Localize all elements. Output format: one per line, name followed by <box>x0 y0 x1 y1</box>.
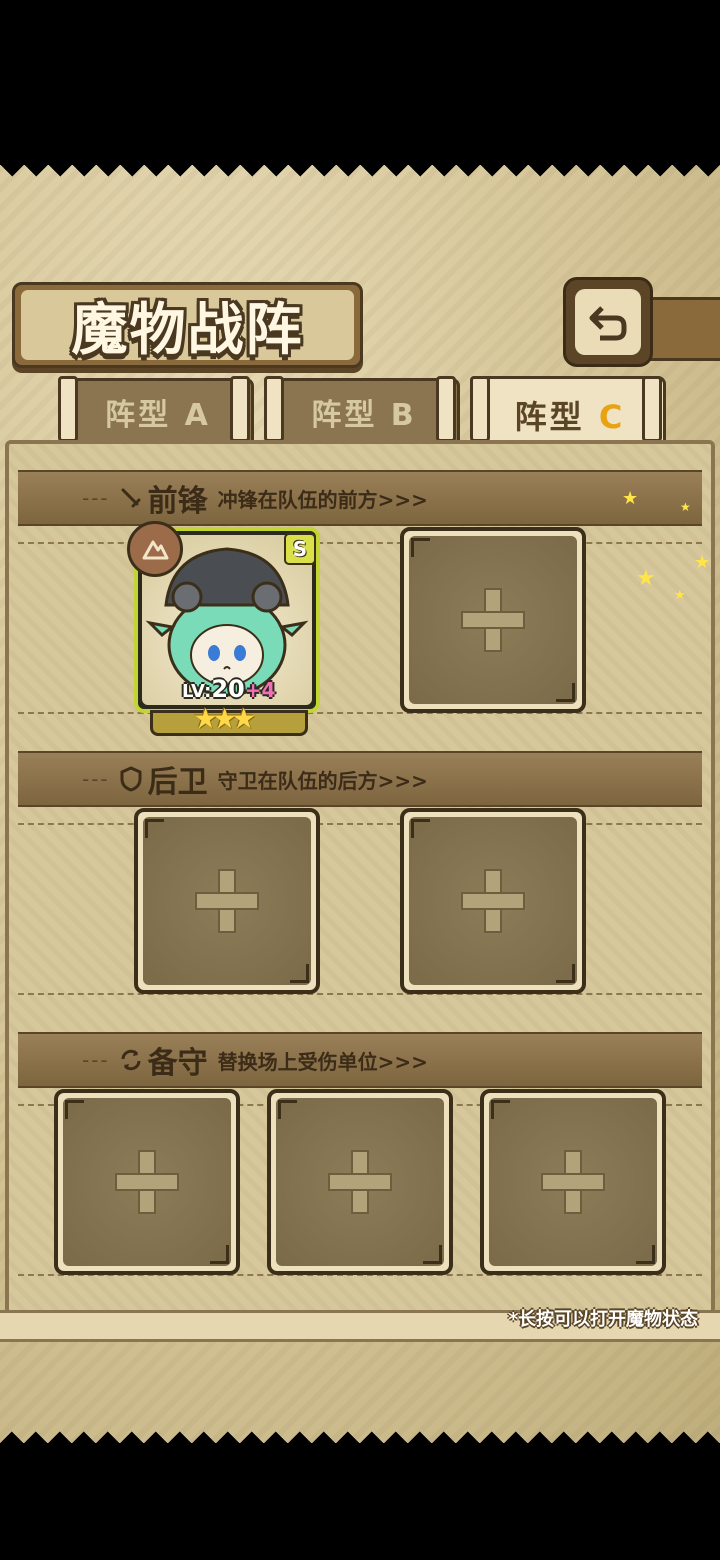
sparkle-icon: ★ <box>674 588 686 603</box>
star-rating: ★★★ <box>193 702 256 735</box>
back-arrow-icon <box>589 306 627 341</box>
torn-edge-top <box>0 165 720 187</box>
shield-icon <box>118 766 144 792</box>
empty-slot-rear-2[interactable] <box>400 808 586 994</box>
rarity-badge: S <box>284 533 316 565</box>
empty-slot-reserve-3[interactable] <box>480 1089 666 1275</box>
tab-post <box>230 376 250 442</box>
sword-icon <box>118 485 144 511</box>
empty-slot-front-2[interactable] <box>400 527 586 713</box>
earth-element-icon <box>127 521 183 577</box>
section-header-reserve: --- 备守 替换场上受伤单位>>> <box>18 1032 702 1088</box>
torn-edge-bottom <box>0 1421 720 1443</box>
page-title: 魔物战阵 <box>71 296 304 363</box>
back-button[interactable] <box>563 277 653 367</box>
tab-formation-a[interactable]: 阵型 A <box>62 378 254 443</box>
row-band <box>18 542 702 714</box>
tab-post <box>264 376 284 442</box>
empty-slot-reserve-1[interactable] <box>54 1089 240 1275</box>
empty-slot-rear-1[interactable] <box>134 808 320 994</box>
tab-post <box>436 376 456 442</box>
tab-post <box>642 376 662 442</box>
hint-text: *长按可以打开魔物状态 <box>508 1309 698 1330</box>
tab-post <box>470 376 490 442</box>
section-header-front: --- 前锋 冲锋在队伍的前方>>> <box>18 470 702 526</box>
tab-post <box>58 376 78 442</box>
monster-level: LV:20+4 <box>182 675 276 703</box>
sparkle-icon: ★ <box>636 566 656 591</box>
empty-slot-reserve-2[interactable] <box>267 1089 453 1275</box>
row-band <box>18 823 702 995</box>
sparkle-icon: ★ <box>622 488 639 509</box>
sparkle-icon: ★ <box>680 500 691 514</box>
sparkle-icon: ★ <box>694 552 711 573</box>
title-banner: 魔物战阵 <box>12 282 363 368</box>
tab-formation-b[interactable]: 阵型 B <box>268 378 460 443</box>
swap-icon <box>118 1047 144 1073</box>
section-header-rear: --- 后卫 守卫在队伍的后方>>> <box>18 751 702 807</box>
